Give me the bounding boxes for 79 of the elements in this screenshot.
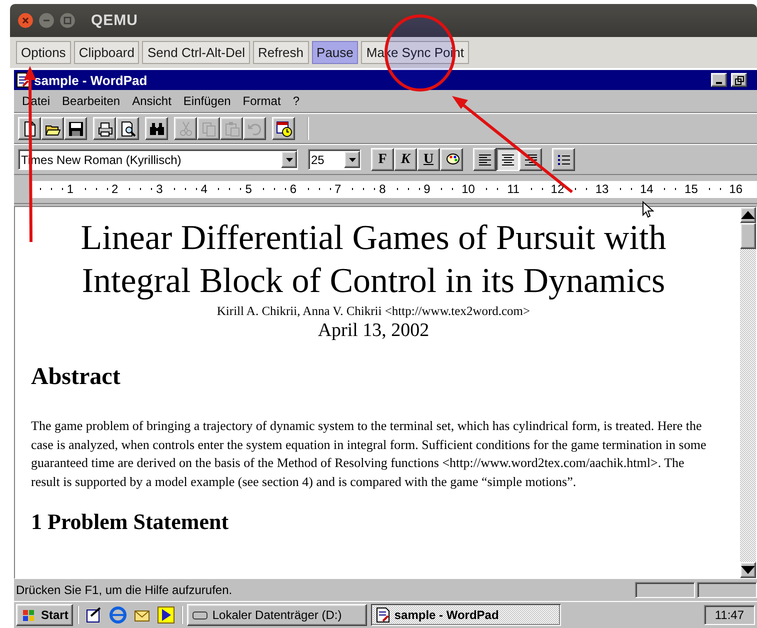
window-title: sample - WordPad [34, 72, 148, 88]
color-button[interactable] [440, 148, 463, 171]
scroll-thumb[interactable] [740, 223, 756, 249]
maximize-icon[interactable] [60, 13, 75, 28]
vertical-scrollbar[interactable] [740, 207, 756, 578]
menu-item[interactable]: Format [236, 92, 287, 110]
text-style-button[interactable]: F [371, 148, 394, 171]
align-button[interactable] [496, 148, 519, 171]
ruler-number: 9 [422, 182, 432, 196]
align-center-icon [500, 152, 516, 168]
menu-item[interactable]: ? [286, 92, 306, 110]
toolbar-button[interactable]: Pause [312, 41, 358, 64]
minimize-button[interactable] [711, 73, 727, 87]
font-size-dropdown[interactable]: 25 [308, 149, 361, 170]
toolbar-button[interactable]: Options [16, 41, 71, 64]
toolbar-button[interactable] [272, 117, 295, 140]
align-right-icon [522, 152, 538, 168]
taskbar-button[interactable]: sample - WordPad [371, 604, 562, 626]
document-icon [376, 607, 390, 623]
ruler-number: 13 [594, 182, 610, 196]
menu-item[interactable]: Ansicht [126, 92, 178, 110]
palette-icon [444, 152, 460, 168]
browser-icon[interactable] [109, 606, 128, 624]
save-icon [68, 120, 84, 136]
find-icon [148, 120, 164, 136]
ruler-number: 6 [288, 182, 298, 196]
ruler-number: 2 [110, 182, 120, 196]
paste-icon [224, 120, 240, 136]
toolbar-button[interactable] [41, 117, 64, 140]
windows-logo-icon [21, 608, 37, 622]
cut-icon [178, 120, 194, 136]
ruler-number: 3 [155, 182, 164, 196]
document-authors: Kirill A. Chikrii, Anna V. Chikrii <http://www.tex2word.com> [216, 304, 532, 319]
ruler-number: 11 [506, 182, 521, 196]
toolbar-button[interactable] [64, 117, 87, 140]
toolbar-button[interactable] [145, 117, 168, 140]
toolbar-button[interactable] [93, 117, 116, 140]
ruler-number: 14 [638, 182, 654, 196]
drive-icon [192, 609, 208, 621]
status-text: Drücken Sie F1, um die Hilfe aufzurufen. [16, 583, 234, 597]
clock: 11:47 [704, 605, 755, 625]
document-title: Linear Differential Games of Pursuit with Integral Block of Control in its Dynamics [80, 217, 668, 302]
date-time-icon [276, 120, 292, 136]
print-preview-icon [120, 120, 136, 136]
document-date: April 13, 2002 [316, 320, 430, 342]
abstract-paragraph: The game problem of bringing a trajectory of dynamic system to the terminal set, which has cylindrical form, is treated. Here the case is analyzed, when controls enter the system equation in integral form. Sufficient conditions for the game termination in some guaranteed time are derived on the basis of the Method of Resolving functions <http://www.word2tex.com/aachik.html>. The result is supported by a model example (see section 4) and is compared with the game “simple motions”. [31, 417, 708, 491]
close-icon[interactable] [18, 13, 33, 28]
toolbar-button[interactable]: Refresh [253, 41, 309, 64]
text-style-button[interactable]: U [417, 148, 440, 171]
ruler-number: 15 [684, 182, 699, 196]
dropdown-arrow-icon [348, 158, 356, 162]
status-panel [697, 582, 757, 598]
bullets-button[interactable] [552, 148, 575, 171]
section-heading: Abstract [31, 364, 122, 391]
restore-icon [734, 76, 744, 84]
ruler-number: 1 [66, 182, 75, 196]
ruler-number: 16 [728, 182, 744, 196]
minimize-icon[interactable] [39, 13, 54, 28]
restore-button[interactable] [731, 73, 747, 87]
toolbar-button[interactable]: Send Ctrl-Alt-Del [142, 41, 250, 64]
menu-item[interactable]: Bearbeiten [56, 92, 126, 110]
window-title: QEMU [91, 12, 138, 29]
ruler-number: 4 [200, 182, 208, 196]
toolbar-button[interactable] [116, 117, 139, 140]
dropdown-arrow-icon [286, 158, 292, 162]
ruler-number: 8 [378, 182, 387, 196]
status-panel [635, 582, 695, 598]
start-button[interactable]: Start [16, 604, 74, 626]
toolbar-button[interactable]: Clipboard [74, 41, 140, 64]
print-icon [96, 120, 112, 136]
section-heading: 1 Problem Statement [31, 509, 230, 536]
ruler-number: 5 [244, 182, 253, 196]
align-left-icon [476, 152, 492, 168]
ruler-number: 10 [460, 182, 476, 196]
text-style-button[interactable]: K [394, 148, 417, 171]
taskbar-button[interactable]: Lokaler Datenträger (D:) [187, 604, 368, 626]
ruler-number: 7 [333, 182, 342, 196]
copy-icon [200, 120, 216, 136]
menu-item[interactable]: Einfügen [177, 92, 237, 110]
